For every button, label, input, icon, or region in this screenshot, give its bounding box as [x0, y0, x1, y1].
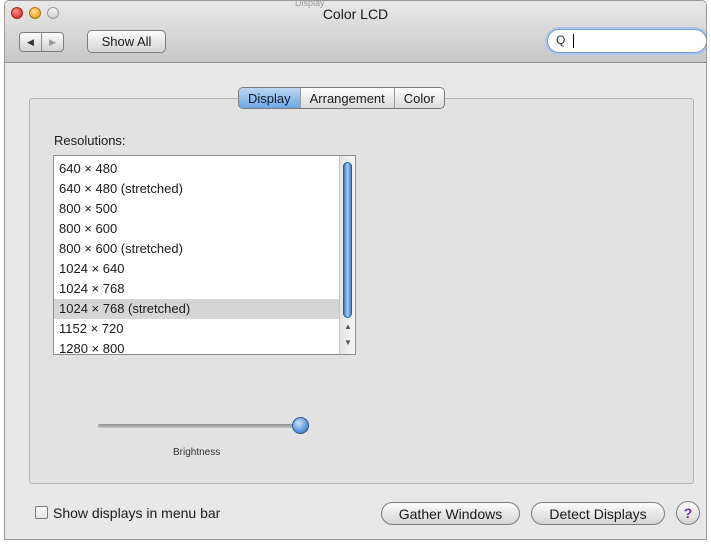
forward-button[interactable]: ▶: [41, 33, 63, 51]
show-displays-in-menu-bar-checkbox[interactable]: [35, 506, 48, 519]
back-arrow-icon: ◀: [27, 36, 34, 47]
tab-color[interactable]: Color: [393, 88, 444, 108]
back-button[interactable]: ◀: [20, 33, 41, 51]
list-item[interactable]: 800 × 500: [54, 199, 341, 219]
brightness-slider-knob[interactable]: [292, 417, 309, 434]
search-input[interactable]: [574, 33, 694, 49]
help-button[interactable]: ?: [676, 501, 700, 525]
scroll-down-arrow-icon[interactable]: ▼: [343, 338, 353, 347]
list-item[interactable]: 800 × 600 (stretched): [54, 239, 341, 259]
preferences-window: Display Color LCD ◀ ▶ Show All Q Display…: [4, 0, 707, 540]
list-item[interactable]: 800 × 600: [54, 219, 341, 239]
list-item[interactable]: 1024 × 768: [54, 279, 341, 299]
resolutions-label: Resolutions:: [54, 133, 126, 148]
back-forward-control: ◀ ▶: [19, 32, 64, 52]
title-bar: Display Color LCD ◀ ▶ Show All Q: [5, 1, 706, 63]
tab-display[interactable]: Display: [239, 88, 300, 108]
list-item[interactable]: 1280 × 800: [54, 339, 341, 354]
scrollbar-thumb[interactable]: [343, 162, 352, 318]
tab-arrangement[interactable]: Arrangement: [299, 88, 394, 108]
search-field[interactable]: Q: [547, 29, 706, 53]
magnifier-icon: Q: [556, 33, 566, 47]
window-title: Color LCD: [322, 6, 389, 22]
brightness-label: Brightness: [173, 447, 221, 458]
resolutions-list-items: 640 × 480 640 × 480 (stretched) 800 × 50…: [54, 159, 341, 354]
show-all-button[interactable]: Show All: [87, 30, 166, 53]
vertical-scrollbar[interactable]: ▲ ▼: [339, 156, 355, 354]
list-item-selected[interactable]: 1024 × 768 (stretched): [54, 299, 341, 319]
gather-windows-button[interactable]: Gather Windows: [381, 502, 520, 525]
forward-arrow-icon: ▶: [49, 36, 56, 47]
show-displays-in-menu-bar-label[interactable]: Show displays in menu bar: [53, 505, 220, 521]
question-mark-icon: ?: [683, 505, 693, 521]
list-item[interactable]: 640 × 480 (stretched): [54, 179, 341, 199]
list-item[interactable]: 1024 × 640: [54, 259, 341, 279]
detect-displays-button[interactable]: Detect Displays: [531, 502, 665, 525]
tab-bar: Display Arrangement Color: [238, 87, 445, 109]
list-item[interactable]: 640 × 480: [54, 159, 341, 179]
resolutions-list[interactable]: 640 × 480 640 × 480 (stretched) 800 × 50…: [53, 155, 356, 355]
brightness-slider-track[interactable]: [98, 424, 301, 428]
scroll-up-arrow-icon[interactable]: ▲: [343, 322, 353, 331]
list-item[interactable]: 1152 × 720: [54, 319, 341, 339]
